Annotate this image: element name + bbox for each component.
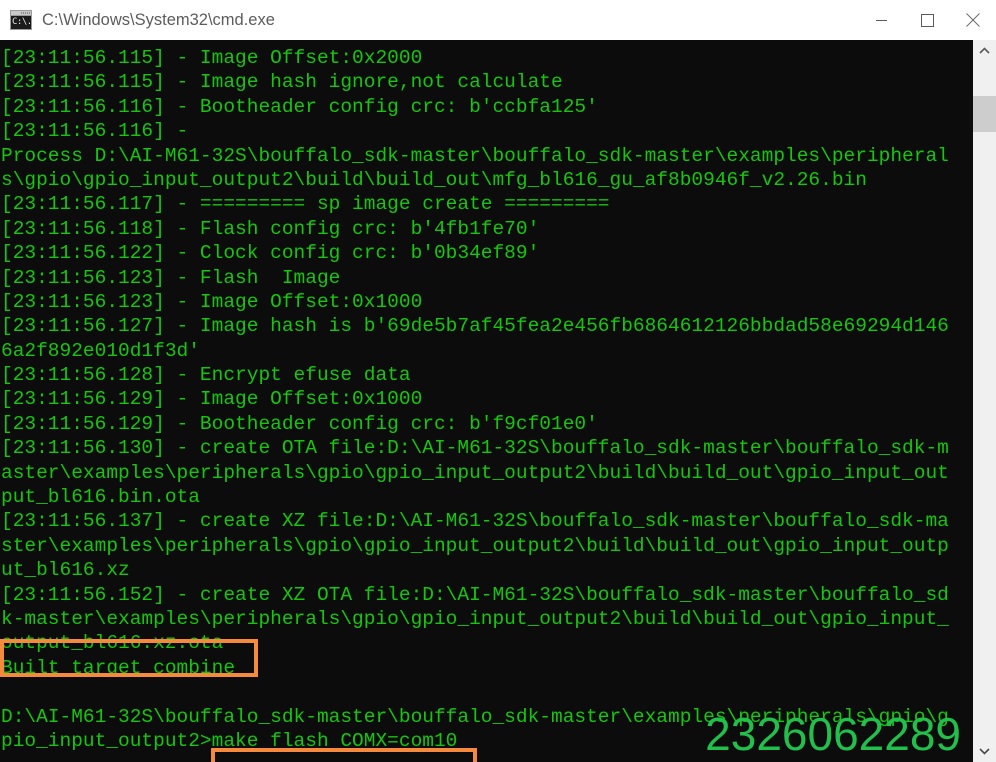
console-line: [23:11:56.123] - Flash Image (1, 266, 341, 289)
chevron-down-icon (979, 748, 990, 755)
maximize-button[interactable] (904, 0, 950, 40)
console-line: aster\examples\peripherals\gpio\gpio_inp… (1, 461, 949, 484)
window-title: C:\Windows\System32\cmd.exe (42, 10, 275, 29)
console-line: [23:11:56.130] - create OTA file:D:\AI-M… (1, 437, 949, 460)
console-line: [23:11:56.117] - ========= sp image crea… (1, 193, 610, 216)
console-line: [23:11:56.116] - Bootheader config crc: … (1, 95, 598, 118)
minimize-icon (875, 19, 887, 21)
console-line: [23:11:56.127] - Image hash is b'69de5b7… (1, 315, 949, 338)
console-line: k-master\examples\peripherals\gpio\gpio_… (1, 607, 949, 630)
console-line: ut_bl616.xz (1, 559, 130, 582)
cmd-console-icon: C:\. (10, 10, 32, 30)
console-line: [23:11:56.123] - Image Offset:0x1000 (1, 290, 423, 313)
close-icon (966, 13, 980, 27)
scrollbar-track[interactable] (973, 62, 996, 740)
console-line: [23:11:56.137] - create XZ file:D:\AI-M6… (1, 510, 949, 533)
console-line: [23:11:56.115] - Image Offset:0x2000 (1, 47, 423, 69)
cmd-icon-prompt-glyph: C:\. (11, 16, 31, 29)
close-button[interactable] (950, 0, 996, 40)
title-bar: C:\. C:\Windows\System32\cmd.exe (0, 0, 996, 40)
console-line: [23:11:56.115] - Image hash ignore,not c… (1, 71, 563, 94)
console-line: Built target combine (1, 656, 236, 679)
scrollbar-thumb[interactable] (973, 96, 996, 132)
scroll-down-button[interactable] (973, 740, 996, 762)
console-line: Process D:\AI-M61-32S\bouffalo_sdk-maste… (1, 144, 949, 167)
console-line: ster\examples\peripherals\gpio\gpio_inpu… (1, 534, 949, 557)
vertical-scrollbar[interactable] (973, 40, 996, 762)
watermark-number: 2326062289 (705, 708, 961, 760)
console-line: [23:11:56.128] - Encrypt efuse data (1, 364, 411, 387)
console-line: put_bl616.bin.ota (1, 486, 200, 509)
maximize-icon (920, 13, 934, 27)
console-line: s\gpio\gpio_input_output2\build\build_ou… (1, 168, 867, 191)
console-line: [23:11:56.116] - (1, 120, 189, 143)
console-output-area[interactable]: [23:11:56.115] - Image Offset:0x2000 [23:… (0, 40, 973, 762)
console-line: [23:11:56.118] - Flash config crc: b'4fb… (1, 217, 540, 240)
console-text: [23:11:56.115] - Image Offset:0x2000 [23:… (0, 46, 973, 753)
scroll-up-button[interactable] (973, 40, 996, 62)
console-line: output_bl616.xz.ota (1, 632, 224, 655)
chevron-up-icon (979, 47, 990, 54)
console-line: 6a2f892e010d1f3d' (1, 339, 200, 362)
console-line: [23:11:56.129] - Bootheader config crc: … (1, 412, 598, 435)
console-line: [23:11:56.122] - Clock config crc: b'0b3… (1, 242, 540, 265)
cmd-icon-buttons (21, 12, 30, 14)
console-line: [23:11:56.129] - Image Offset:0x1000 (1, 388, 423, 411)
cmd-window: C:\. C:\Windows\System32\cmd.exe [23:11:… (0, 0, 996, 762)
minimize-button[interactable] (858, 0, 904, 40)
console-line: [23:11:56.152] - create XZ OTA file:D:\A… (1, 583, 949, 606)
